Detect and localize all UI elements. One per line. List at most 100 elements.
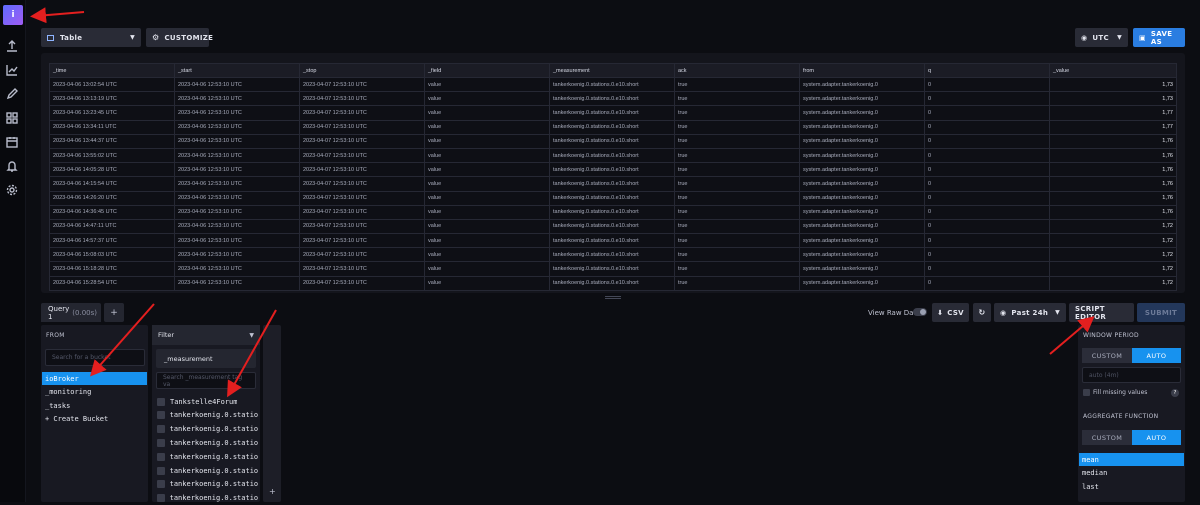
tag-value-item[interactable]: tankerkoenig.0.station <box>154 478 258 491</box>
panel-resize-handle[interactable] <box>605 296 621 299</box>
aggregate-function-item[interactable]: median <box>1079 467 1184 480</box>
tag-value-checkbox[interactable] <box>157 466 165 475</box>
column-header[interactable]: q <box>924 63 1050 78</box>
view-type-dropdown[interactable]: Table ▼ <box>41 28 141 47</box>
table-cell: true <box>674 133 800 149</box>
tag-value-item[interactable]: tankerkoenig.0.station <box>154 409 258 422</box>
aggregate-function-item[interactable]: last <box>1079 481 1184 494</box>
window-auto-button[interactable]: AUTO <box>1132 348 1181 363</box>
refresh-button[interactable]: ↻ <box>973 303 991 322</box>
table-cell: 0 <box>924 91 1050 107</box>
tag-value-checkbox[interactable] <box>157 494 165 503</box>
column-header[interactable]: _field <box>424 63 550 78</box>
app-logo[interactable]: i <box>3 5 23 25</box>
tag-value-item[interactable]: tankerkoenig.0.station <box>154 464 258 477</box>
filter-key-dropdown[interactable]: _measurement <box>156 349 256 368</box>
save-as-label: SAVE AS <box>1150 29 1173 46</box>
bucket-item[interactable]: ioBroker <box>42 372 147 385</box>
table-cell: 2023-04-06 12:53:10 UTC <box>174 105 300 121</box>
chevron-down-icon: ▼ <box>1117 34 1122 41</box>
time-range-dropdown[interactable]: ◉ Past 24h ▼ <box>994 303 1066 322</box>
tab-query-1[interactable]: Query 1 (0.00s) <box>41 303 101 322</box>
column-header[interactable]: _start <box>174 63 300 78</box>
bucket-item[interactable]: _monitoring <box>42 386 147 399</box>
column-header[interactable]: _value <box>1049 63 1177 78</box>
customize-label: CUSTOMIZE <box>164 33 214 42</box>
table-cell: tankerkoenig.0.stations.0.e10.short <box>549 105 675 121</box>
tag-value-search-input[interactable]: Search _measurement tag va <box>156 372 256 389</box>
tag-value-item[interactable]: tankerkoenig.0.station <box>154 436 258 449</box>
table-cell: 2023-04-06 15:18:28 UTC <box>49 261 175 277</box>
table-cell: 2023-04-06 12:53:10 UTC <box>174 119 300 135</box>
table-cell: system.adapter.tankerkoenig.0 <box>799 162 925 178</box>
script-editor-button[interactable]: SCRIPT EDITOR <box>1069 303 1134 322</box>
table-row: 2023-04-06 14:57:37 UTC 2023-04-06 12:53:… <box>49 233 1177 249</box>
tag-value-item[interactable]: tankerkoenig.0.station <box>154 450 258 463</box>
create-bucket-button[interactable]: + Create Bucket <box>42 413 147 426</box>
table-row: 2023-04-06 13:02:54 UTC 2023-04-06 12:53:… <box>49 76 1177 93</box>
table-cell: true <box>674 162 800 178</box>
time-range-label: Past 24h <box>1011 308 1049 317</box>
table-header-row: _time _start _stop _field _measurement ack fro… <box>49 63 1177 78</box>
filter-function-dropdown[interactable]: Filter ▼ <box>152 325 260 345</box>
fill-missing-checkbox[interactable] <box>1083 389 1090 396</box>
tag-value-item[interactable]: Tankstelle4Forum <box>154 395 258 408</box>
column-header[interactable]: ack <box>674 63 800 78</box>
tag-value-checkbox[interactable] <box>157 397 165 406</box>
table-cell: 0 <box>924 162 1050 178</box>
csv-button[interactable]: ⬇ CSV <box>932 303 969 322</box>
graph-icon[interactable] <box>5 62 21 78</box>
query-tab-time: (0.00s) <box>72 308 97 317</box>
tag-value-item[interactable]: tankerkoenig.0.station <box>154 423 258 436</box>
tag-value-checkbox[interactable] <box>157 438 165 447</box>
table-cell: 2023-04-06 12:53:10 UTC <box>174 76 300 93</box>
customize-button[interactable]: ⚙ CUSTOMIZE <box>146 28 213 47</box>
function-custom-button[interactable]: CUSTOM <box>1082 430 1132 445</box>
table-cell: 2023-04-07 12:53:10 UTC <box>299 233 425 249</box>
column-header[interactable]: _time <box>49 63 175 78</box>
tag-value-label: Tankstelle4Forum <box>170 397 238 406</box>
table-row: 2023-04-06 14:26:20 UTC 2023-04-06 12:53:… <box>49 190 1177 206</box>
tag-value-checkbox[interactable] <box>157 411 165 420</box>
calendar-icon[interactable] <box>5 134 21 150</box>
submit-button[interactable]: SUBMIT <box>1137 303 1185 322</box>
tag-value-checkbox[interactable] <box>157 480 165 489</box>
help-icon[interactable]: ? <box>1171 389 1179 397</box>
tag-value-checkbox[interactable] <box>157 452 165 461</box>
table-cell: 2023-04-06 12:53:10 UTC <box>174 218 300 235</box>
function-auto-button[interactable]: AUTO <box>1132 430 1181 445</box>
table-cell: value <box>424 218 550 235</box>
tag-value-item[interactable]: tankerkoenig.0.station <box>154 492 258 505</box>
table-cell: tankerkoenig.0.stations.0.e10.short <box>549 119 675 135</box>
save-as-button[interactable]: ▣ SAVE AS <box>1133 28 1185 47</box>
pencil-icon[interactable] <box>5 86 21 102</box>
bucket-search-input[interactable]: Search for a bucket <box>45 349 145 366</box>
bell-icon[interactable] <box>5 158 21 174</box>
table-row: 2023-04-06 15:08:03 UTC 2023-04-06 12:53:… <box>49 247 1177 263</box>
table-cell: 2023-04-06 14:57:37 UTC <box>49 233 175 249</box>
aggregate-function-item[interactable]: mean <box>1079 453 1184 466</box>
dashboard-icon[interactable] <box>5 110 21 126</box>
add-filter-column[interactable]: + <box>263 325 281 502</box>
column-header[interactable]: _stop <box>299 63 425 78</box>
gear-icon[interactable] <box>5 182 21 198</box>
window-custom-button[interactable]: CUSTOM <box>1082 348 1132 363</box>
fill-missing-row[interactable]: Fill missing values <box>1083 389 1147 396</box>
column-header[interactable]: _measurement <box>549 63 675 78</box>
table-cell: tankerkoenig.0.stations.0.e10.short <box>549 233 675 249</box>
column-header[interactable]: from <box>799 63 925 78</box>
table-cell: system.adapter.tankerkoenig.0 <box>799 261 925 277</box>
table-row: 2023-04-06 15:28:54 UTC 2023-04-06 12:53:… <box>49 275 1177 291</box>
tag-value-checkbox[interactable] <box>157 425 165 434</box>
timezone-dropdown[interactable]: ◉ UTC ▼ <box>1075 28 1128 47</box>
bucket-item[interactable]: _tasks <box>42 399 147 412</box>
table-cell: 2023-04-07 12:53:10 UTC <box>299 133 425 149</box>
upload-icon[interactable] <box>5 38 21 54</box>
table-cell: 2023-04-07 12:53:10 UTC <box>299 190 425 206</box>
view-raw-data-toggle[interactable] <box>913 308 927 316</box>
tag-value-search-placeholder: Search _measurement tag va <box>163 373 243 388</box>
add-query-button[interactable]: + <box>104 303 124 322</box>
timezone-label: UTC <box>1092 33 1109 42</box>
window-period-input[interactable]: auto (4m) <box>1082 367 1181 383</box>
table-cell: 0 <box>924 133 1050 149</box>
